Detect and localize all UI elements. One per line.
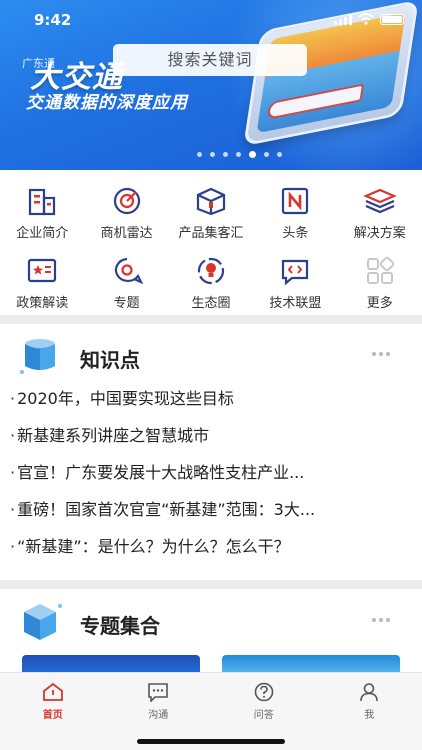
home-indicator (137, 739, 285, 744)
carousel-dots[interactable] (0, 151, 422, 158)
grid-item-ecosystem[interactable]: 生态圈 (169, 246, 253, 316)
grid-label: 专题 (113, 296, 140, 311)
grid-label: 更多 (366, 296, 393, 311)
search-input[interactable]: 搜索关键词 (113, 44, 307, 76)
grid-item-policy[interactable]: 政策解读 (0, 246, 84, 316)
status-icons (334, 13, 404, 25)
feature-grid-row: 企业简介 商机雷达 产品集客汇 头条 解决方案 (0, 176, 422, 246)
list-item[interactable]: · “新基建”：是什么？为什么？怎么干？ (10, 528, 410, 565)
grid-label: 企业简介 (16, 226, 69, 241)
radar-icon (113, 187, 140, 215)
topics-header: 专题集合 (0, 600, 422, 644)
bottom-tab-bar: 首页 沟通 问答 我 (0, 672, 422, 750)
tab-qa[interactable]: 问答 (211, 673, 317, 721)
code-chat-icon (282, 259, 309, 286)
carousel-dot[interactable] (196, 152, 202, 157)
feature-grid: 企业简介 商机雷达 产品集客汇 头条 解决方案 政策解读 专题 生态圈 技术联盟… (0, 176, 422, 316)
tab-home[interactable]: 首页 (0, 673, 106, 721)
more-options-icon[interactable] (372, 618, 390, 622)
tab-chat[interactable]: 沟通 (106, 673, 212, 721)
grid-item-headlines[interactable]: 头条 (253, 176, 337, 246)
building-icon (29, 188, 56, 216)
grid-label: 头条 (282, 226, 309, 241)
home-icon (42, 682, 63, 701)
grid-item-topics[interactable]: 专题 (84, 246, 168, 316)
grid-more-icon (366, 256, 394, 284)
grid-item-solutions[interactable]: 解决方案 (338, 176, 422, 246)
section-title: 知识点 (80, 348, 140, 372)
grid-label: 政策解读 (16, 296, 69, 311)
knowledge-list: · 2020年，中国要实现这些目标 · 新基建系列讲座之智慧城市 · 官宣！广东要发展… (10, 380, 410, 565)
feature-grid-row: 政策解读 专题 生态圈 技术联盟 更多 (0, 246, 422, 316)
banner-subtitle: 交通数据的深度应用 (26, 93, 188, 113)
grid-label: 技术联盟 (269, 296, 322, 311)
wifi-icon (358, 13, 374, 25)
grid-item-products[interactable]: 产品集客汇 (169, 176, 253, 246)
grid-label: 解决方案 (353, 226, 406, 241)
list-item[interactable]: · 新基建系列讲座之智慧城市 (10, 417, 410, 454)
tab-me[interactable]: 我 (317, 673, 422, 721)
headline-n-icon (282, 187, 309, 215)
carousel-dot[interactable] (276, 152, 282, 157)
signal-icon (334, 13, 352, 25)
battery-icon (380, 13, 404, 25)
list-item[interactable]: · 官宣！广东要发展十大战略性支柱产业... (10, 454, 410, 491)
carousel-dot[interactable] (222, 152, 228, 157)
chat-icon (148, 683, 169, 702)
grid-label: 生态圈 (191, 296, 231, 311)
grid-label: 产品集客汇 (178, 226, 244, 241)
user-icon (360, 683, 379, 702)
list-item[interactable]: · 2020年，中国要实现这些目标 (10, 380, 410, 417)
grid-item-more[interactable]: 更多 (338, 246, 422, 316)
ecosystem-bulb-icon (197, 257, 225, 285)
tab-label: 首页 (42, 710, 63, 721)
carousel-dot[interactable] (263, 152, 269, 157)
hero-banner[interactable]: 9:42 广东通 大交通 搜索关键词 交通数据的深度应用 (0, 0, 422, 170)
box-icon (196, 187, 226, 216)
grid-item-opportunity-radar[interactable]: 商机雷达 (84, 176, 168, 246)
grid-item-tech-alliance[interactable]: 技术联盟 (253, 246, 337, 316)
section-divider (0, 315, 422, 324)
more-options-icon[interactable] (372, 352, 390, 356)
tab-label: 沟通 (148, 710, 169, 721)
status-time: 9:42 (34, 11, 72, 29)
knowledge-cylinder-icon (20, 339, 55, 374)
tab-label: 问答 (253, 710, 274, 721)
grid-label: 商机雷达 (100, 226, 153, 241)
tab-label: 我 (364, 710, 375, 721)
policy-book-icon (28, 258, 57, 283)
layers-icon (362, 188, 397, 214)
section-title: 专题集合 (80, 614, 160, 638)
topic-bubble-icon (114, 257, 143, 285)
question-icon (254, 682, 274, 702)
carousel-dot[interactable] (209, 152, 215, 157)
list-item[interactable]: · 重磅！国家首次官宣“新基建”范围：3大... (10, 491, 410, 528)
grid-item-company-intro[interactable]: 企业简介 (0, 176, 84, 246)
knowledge-header: 知识点 (0, 334, 422, 378)
carousel-dot[interactable] (235, 152, 241, 157)
section-divider (0, 580, 422, 589)
topics-cube-icon (24, 604, 62, 640)
carousel-dot[interactable] (248, 151, 256, 158)
